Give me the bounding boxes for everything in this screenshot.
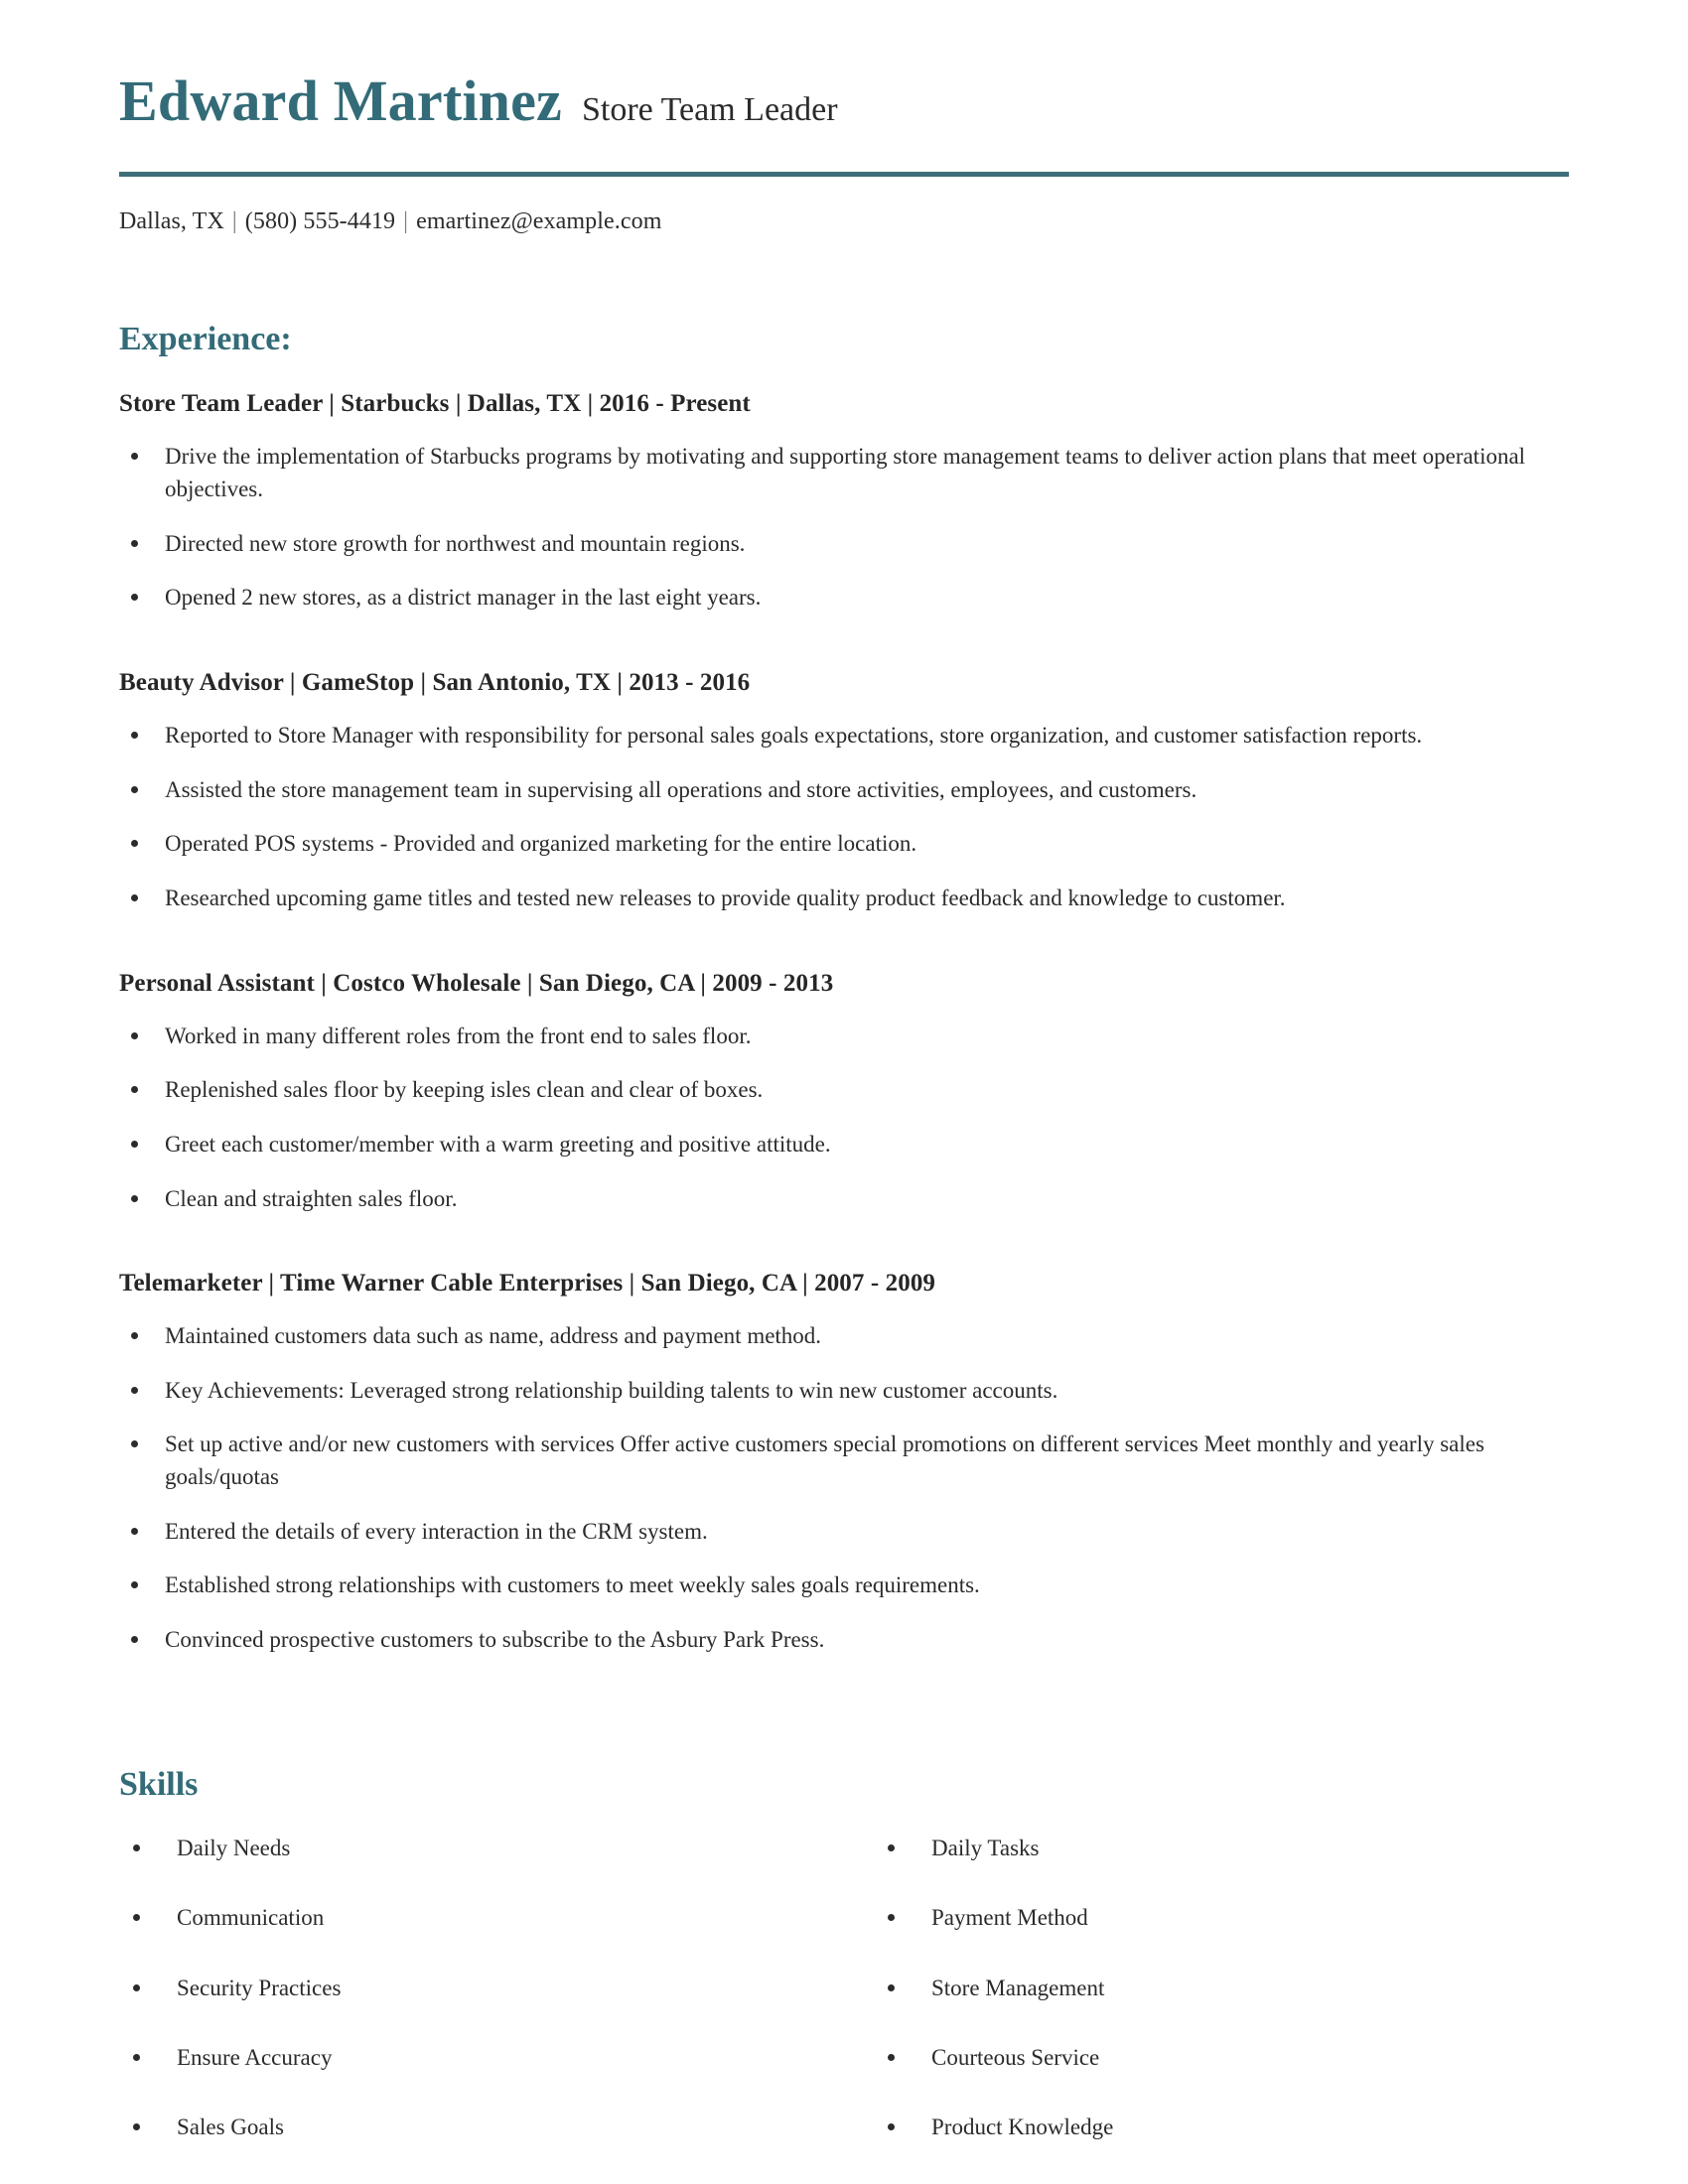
experience-bullet: Assisted the store management team in su…: [119, 774, 1569, 807]
experience-bullet: Convinced prospective customers to subsc…: [119, 1624, 1569, 1657]
experience-bullet: Greet each customer/member with a warm g…: [119, 1129, 1569, 1161]
skill-item: Communication: [119, 1902, 874, 1934]
resume-page: Edward Martinez Store Team Leader Dallas…: [0, 0, 1688, 2184]
experience-entry: Store Team Leader | Starbucks | Dallas, …: [119, 389, 1569, 614]
skill-item: Security Practices: [119, 1973, 874, 2004]
experience-bullet-list: Worked in many different roles from the …: [119, 1021, 1569, 1216]
experience-bullet: Reported to Store Manager with responsib…: [119, 720, 1569, 752]
skills-columns: Daily Needs Communication Security Pract…: [119, 1833, 1569, 2143]
experience-entry-heading: Store Team Leader | Starbucks | Dallas, …: [119, 390, 751, 418]
experience-entry-heading: Beauty Advisor | GameStop | San Antonio,…: [119, 668, 751, 696]
skills-list-left: Daily Needs Communication Security Pract…: [119, 1833, 874, 2143]
skills-section-heading: Skills: [119, 1765, 199, 1803]
skill-item: Sales Goals: [119, 2112, 874, 2143]
experience-bullet: Set up active and/or new customers with …: [119, 1429, 1569, 1493]
skill-item: Ensure Accuracy: [119, 2042, 874, 2074]
experience-bullet: Key Achievements: Leveraged strong relat…: [119, 1375, 1569, 1408]
contact-phone: (580) 555-4419: [244, 207, 396, 234]
contact-line: Dallas, TX | (580) 555-4419 | emartinez@exam…: [119, 208, 1569, 235]
skill-item: Product Knowledge: [874, 2112, 1628, 2143]
experience-bullet-list: Reported to Store Manager with responsib…: [119, 720, 1569, 915]
experience-bullet: Established strong relationships with cu…: [119, 1570, 1569, 1602]
experience-bullet: Maintained customers data such as name, …: [119, 1320, 1569, 1353]
experience-bullet: Clean and straighten sales floor.: [119, 1183, 1569, 1216]
skills-column-left: Daily Needs Communication Security Pract…: [119, 1833, 874, 2143]
experience-bullet: Operated POS systems - Provided and orga…: [119, 828, 1569, 861]
resume-header: Edward Martinez Store Team Leader Dallas…: [119, 0, 1569, 235]
contact-email: emartinez@example.com: [416, 207, 662, 234]
experience-bullet: Researched upcoming game titles and test…: [119, 883, 1569, 915]
skills-column-right: Daily Tasks Payment Method Store Managem…: [874, 1833, 1628, 2143]
experience-bullet: Replenished sales floor by keeping isles…: [119, 1074, 1569, 1107]
skill-item: Payment Method: [874, 1902, 1628, 1934]
experience-bullet-list: Drive the implementation of Starbucks pr…: [119, 441, 1569, 614]
candidate-job-title: Store Team Leader: [582, 91, 838, 128]
header-divider: [119, 171, 1569, 177]
experience-bullet: Drive the implementation of Starbucks pr…: [119, 441, 1569, 505]
experience-bullet: Entered the details of every interaction…: [119, 1516, 1569, 1549]
contact-location: Dallas, TX: [119, 207, 224, 234]
skill-item: Store Management: [874, 1973, 1628, 2004]
skill-item: Daily Tasks: [874, 1833, 1628, 1864]
experience-bullet-list: Maintained customers data such as name, …: [119, 1320, 1569, 1657]
contact-separator-1: |: [231, 207, 237, 234]
candidate-name: Edward Martinez: [119, 68, 562, 133]
experience-section-heading: Experience:: [119, 320, 292, 357]
skill-item: Daily Needs: [119, 1833, 874, 1864]
experience-bullet: Opened 2 new stores, as a district manag…: [119, 582, 1569, 614]
experience-entry: Personal Assistant | Costco Wholesale | …: [119, 969, 1569, 1216]
experience-bullet: Directed new store growth for northwest …: [119, 528, 1569, 561]
experience-entry-heading: Telemarketer | Time Warner Cable Enterpr…: [119, 1270, 936, 1297]
experience-entry: Beauty Advisor | GameStop | San Antonio,…: [119, 668, 1569, 915]
skills-section: Skills Daily Needs Communication Securit…: [119, 1766, 1569, 2143]
experience-entry-heading: Personal Assistant | Costco Wholesale | …: [119, 969, 834, 997]
contact-separator-2: |: [403, 207, 409, 234]
name-row: Edward Martinez Store Team Leader: [119, 68, 1569, 133]
experience-section: Experience: Store Team Leader | Starbuck…: [119, 321, 1569, 1657]
skill-item: Courteous Service: [874, 2042, 1628, 2074]
skills-list-right: Daily Tasks Payment Method Store Managem…: [874, 1833, 1628, 2143]
experience-bullet: Worked in many different roles from the …: [119, 1021, 1569, 1053]
experience-entry: Telemarketer | Time Warner Cable Enterpr…: [119, 1269, 1569, 1657]
